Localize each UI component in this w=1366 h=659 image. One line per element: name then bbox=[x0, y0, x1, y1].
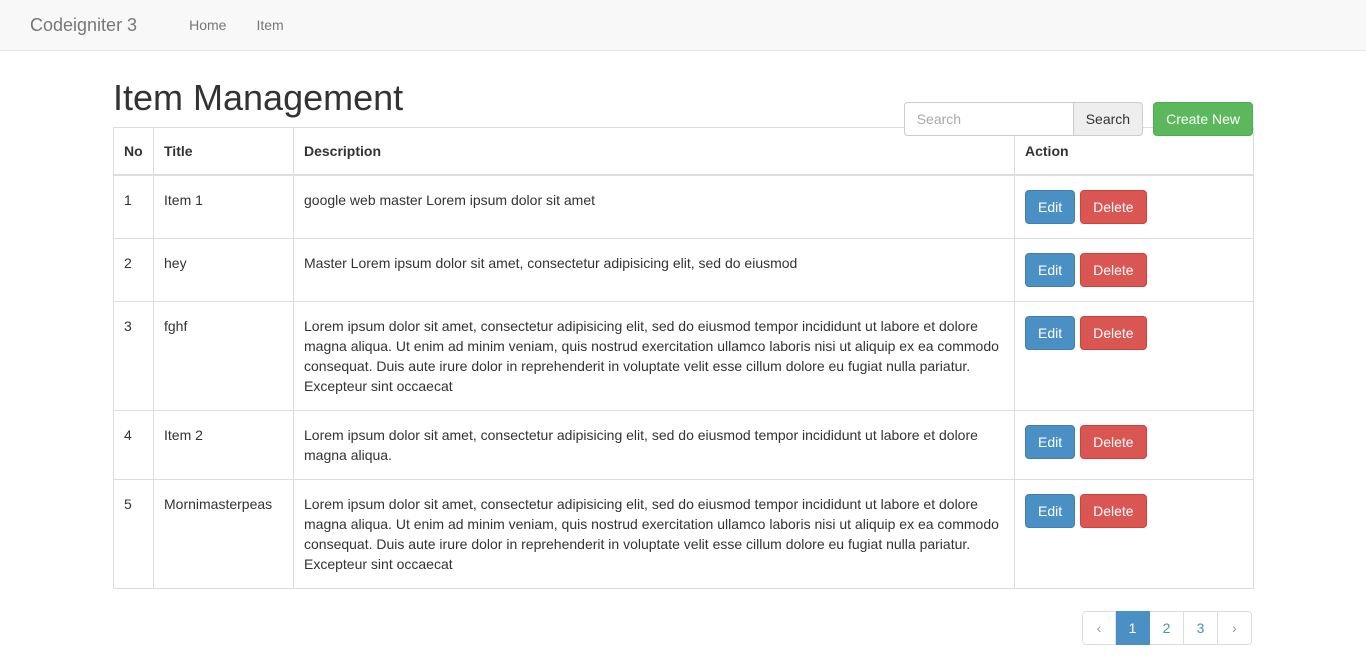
pagination-page-2[interactable]: 2 bbox=[1150, 611, 1184, 645]
nav-link-item[interactable]: Item bbox=[241, 0, 298, 50]
pagination-page-3[interactable]: 3 bbox=[1184, 611, 1218, 645]
table-row: 1 Item 1 google web master Lorem ipsum d… bbox=[113, 174, 1254, 239]
cell-description: Master Lorem ipsum dolor sit amet, conse… bbox=[293, 238, 1015, 302]
delete-button[interactable]: Delete bbox=[1080, 253, 1147, 287]
table-row: 2 hey Master Lorem ipsum dolor sit amet,… bbox=[113, 238, 1254, 302]
search-group: Search bbox=[903, 102, 1144, 136]
edit-button[interactable]: Edit bbox=[1025, 494, 1076, 528]
column-header-title: Title bbox=[153, 127, 294, 176]
item-table: No Title Description Action 1 Item 1 goo… bbox=[113, 127, 1254, 589]
cell-description: Lorem ipsum dolor sit amet, consectetur … bbox=[293, 410, 1015, 480]
table-row: 4 Item 2 Lorem ipsum dolor sit amet, con… bbox=[113, 410, 1254, 480]
cell-action: Edit Delete bbox=[1014, 301, 1254, 411]
table-row: 3 fghf Lorem ipsum dolor sit amet, conse… bbox=[113, 301, 1254, 411]
cell-action: Edit Delete bbox=[1014, 410, 1254, 480]
cell-description: google web master Lorem ipsum dolor sit … bbox=[293, 174, 1015, 239]
cell-action: Edit Delete bbox=[1014, 479, 1254, 589]
search-input[interactable] bbox=[903, 102, 1073, 136]
column-header-no: No bbox=[113, 127, 154, 176]
cell-title: Mornimasterpeas bbox=[153, 479, 294, 589]
cell-title: Item 2 bbox=[153, 410, 294, 480]
header-tools: Search Create New bbox=[903, 102, 1253, 136]
pagination-prev[interactable]: ‹ bbox=[1082, 611, 1116, 645]
pagination-next[interactable]: › bbox=[1218, 611, 1252, 645]
table-body: 1 Item 1 google web master Lorem ipsum d… bbox=[113, 174, 1254, 589]
cell-no: 2 bbox=[113, 238, 154, 302]
nav-link-home[interactable]: Home bbox=[174, 0, 241, 50]
edit-button[interactable]: Edit bbox=[1025, 316, 1076, 350]
edit-button[interactable]: Edit bbox=[1025, 425, 1076, 459]
pagination-page-link[interactable]: 2 bbox=[1150, 611, 1184, 645]
pagination-page-link[interactable]: 3 bbox=[1184, 611, 1218, 645]
table-row: 5 Mornimasterpeas Lorem ipsum dolor sit … bbox=[113, 479, 1254, 589]
delete-button[interactable]: Delete bbox=[1080, 494, 1147, 528]
navbar-nav: Home Item bbox=[174, 0, 299, 50]
search-button[interactable]: Search bbox=[1072, 102, 1144, 136]
cell-no: 5 bbox=[113, 479, 154, 589]
cell-no: 4 bbox=[113, 410, 154, 480]
navbar-brand[interactable]: Codeigniter 3 bbox=[15, 15, 152, 35]
cell-title: fghf bbox=[153, 301, 294, 411]
pagination-page-1[interactable]: 1 bbox=[1116, 611, 1150, 645]
page-header-row: Item Management Search Create New bbox=[113, 51, 1253, 136]
edit-button[interactable]: Edit bbox=[1025, 190, 1076, 224]
page-title: Item Management bbox=[113, 77, 404, 118]
pagination-wrap: ‹ 1 2 3 › bbox=[113, 611, 1253, 645]
delete-button[interactable]: Delete bbox=[1080, 316, 1147, 350]
cell-action: Edit Delete bbox=[1014, 238, 1254, 302]
cell-action: Edit Delete bbox=[1014, 174, 1254, 239]
delete-button[interactable]: Delete bbox=[1080, 425, 1147, 459]
cell-description: Lorem ipsum dolor sit amet, consectetur … bbox=[293, 479, 1015, 589]
main-navbar: Codeigniter 3 Home Item bbox=[0, 0, 1366, 51]
nav-item-home[interactable]: Home bbox=[174, 0, 241, 50]
cell-no: 3 bbox=[113, 301, 154, 411]
cell-title: hey bbox=[153, 238, 294, 302]
delete-button[interactable]: Delete bbox=[1080, 190, 1147, 224]
pagination-prev-link[interactable]: ‹ bbox=[1082, 611, 1116, 645]
pagination: ‹ 1 2 3 › bbox=[1082, 611, 1252, 645]
nav-item-item[interactable]: Item bbox=[241, 0, 298, 50]
cell-title: Item 1 bbox=[153, 174, 294, 239]
create-new-button[interactable]: Create New bbox=[1153, 102, 1253, 136]
edit-button[interactable]: Edit bbox=[1025, 253, 1076, 287]
main-container: Item Management Search Create New No Tit… bbox=[98, 51, 1268, 645]
pagination-next-link[interactable]: › bbox=[1218, 611, 1252, 645]
cell-description: Lorem ipsum dolor sit amet, consectetur … bbox=[293, 301, 1015, 411]
pagination-page-link[interactable]: 1 bbox=[1116, 611, 1150, 645]
cell-no: 1 bbox=[113, 174, 154, 239]
